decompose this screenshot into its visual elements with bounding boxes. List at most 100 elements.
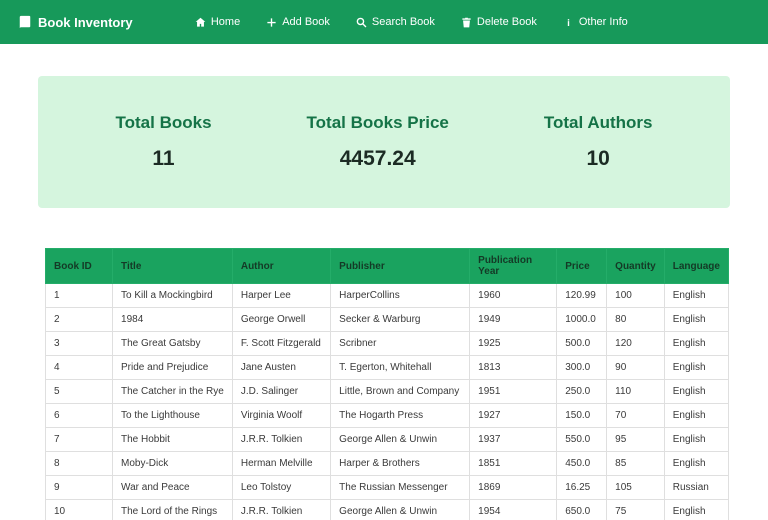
search-icon bbox=[356, 17, 367, 28]
table-cell: Herman Melville bbox=[231, 451, 332, 476]
table-cell: 5 bbox=[44, 379, 114, 404]
table-cell: 550.0 bbox=[556, 427, 608, 452]
table-row[interactable]: 6 To the Lighthouse Virginia Woolf The Hoga… bbox=[44, 403, 730, 428]
table-cell: J.R.R. Tolkien bbox=[231, 427, 332, 452]
table-cell: The Hogarth Press bbox=[330, 403, 471, 428]
nav-item-home[interactable]: Home bbox=[195, 16, 240, 28]
table-row[interactable]: 3 The Great Gatsby F. Scott Fitzgerald Scri… bbox=[44, 331, 730, 356]
nav-item-delete-book[interactable]: Delete Book bbox=[461, 16, 537, 28]
table-cell: J.R.R. Tolkien bbox=[231, 499, 332, 520]
table-cell: The Hobbit bbox=[112, 427, 233, 452]
table-cell: 150.0 bbox=[556, 403, 608, 428]
table-cell: 250.0 bbox=[556, 379, 608, 404]
table-cell: 500.0 bbox=[556, 331, 608, 356]
table-cell: 2 bbox=[44, 307, 114, 332]
table-row[interactable]: 5 The Catcher in the Rye J.D. Salinger Litt… bbox=[44, 379, 730, 404]
nav-item-label: Other Info bbox=[578, 16, 628, 28]
table-cell: English bbox=[663, 331, 730, 356]
column-header: Title bbox=[112, 248, 233, 284]
table-cell: 120.99 bbox=[556, 283, 608, 308]
table-cell: To the Lighthouse bbox=[112, 403, 233, 428]
table-cell: J.D. Salinger bbox=[231, 379, 332, 404]
nav-item-other-info[interactable]: Other Info bbox=[563, 16, 628, 28]
table-cell: Secker & Warburg bbox=[330, 307, 471, 332]
table-cell: 1000.0 bbox=[556, 307, 608, 332]
table-cell: 1 bbox=[44, 283, 114, 308]
nav-item-add-book[interactable]: Add Book bbox=[266, 16, 330, 28]
column-header: Author bbox=[231, 248, 332, 284]
table-cell: Harper Lee bbox=[231, 283, 332, 308]
table-cell: 1851 bbox=[469, 451, 558, 476]
table-cell: Leo Tolstoy bbox=[231, 475, 332, 500]
table-cell: George Allen & Unwin bbox=[330, 499, 471, 520]
table-cell: War and Peace bbox=[112, 475, 233, 500]
table-cell: 100 bbox=[606, 283, 665, 308]
stats-panel: Total Books 11 Total Books Price 4457.24 Tot… bbox=[38, 76, 730, 208]
navbar: Book Inventory Home Add Book Search Book De… bbox=[0, 0, 768, 44]
table-cell: 70 bbox=[606, 403, 665, 428]
table-cell: The Catcher in the Rye bbox=[112, 379, 233, 404]
column-header: Price bbox=[556, 248, 608, 284]
stat-total-authors: Total Authors 10 bbox=[544, 113, 653, 171]
table-cell: Scribner bbox=[330, 331, 471, 356]
table-cell: 95 bbox=[606, 427, 665, 452]
brand[interactable]: Book Inventory bbox=[18, 15, 133, 30]
table-cell: Moby-Dick bbox=[112, 451, 233, 476]
column-header: Publication Year bbox=[469, 248, 558, 284]
table-cell: 105 bbox=[606, 475, 665, 500]
table-cell: 1984 bbox=[112, 307, 233, 332]
table-row[interactable]: 2 1984 George Orwell Secker & Warburg 1949 10… bbox=[44, 307, 730, 332]
column-header: Language bbox=[663, 248, 730, 284]
table-row[interactable]: 1 To Kill a Mockingbird Harper Lee HarperCo… bbox=[44, 283, 730, 308]
table-cell: HarperCollins bbox=[330, 283, 471, 308]
table-cell: Jane Austen bbox=[231, 355, 332, 380]
table-cell: 4 bbox=[44, 355, 114, 380]
table-wrap: Book ID Title Author Publisher Publication Y… bbox=[0, 208, 768, 520]
table-cell: 1813 bbox=[469, 355, 558, 380]
table-cell: Pride and Prejudice bbox=[112, 355, 233, 380]
table-cell: English bbox=[663, 283, 730, 308]
table-cell: English bbox=[663, 403, 730, 428]
table-header: Book ID Title Author Publisher Publication Y… bbox=[44, 248, 730, 284]
table-cell: George Orwell bbox=[231, 307, 332, 332]
table-cell: The Great Gatsby bbox=[112, 331, 233, 356]
table-row[interactable]: 4 Pride and Prejudice Jane Austen T. Egerto… bbox=[44, 355, 730, 380]
table-cell: 1869 bbox=[469, 475, 558, 500]
table-row[interactable]: 8 Moby-Dick Herman Melville Harper & Brothe… bbox=[44, 451, 730, 476]
table-cell: 85 bbox=[606, 451, 665, 476]
table-cell: English bbox=[663, 307, 730, 332]
stat-label: Total Books Price bbox=[306, 113, 449, 132]
table-cell: 650.0 bbox=[556, 499, 608, 520]
stat-value: 10 bbox=[586, 147, 610, 170]
column-header: Publisher bbox=[330, 248, 471, 284]
nav-item-search-book[interactable]: Search Book bbox=[356, 16, 435, 28]
table-row[interactable]: 10 The Lord of the Rings J.R.R. Tolkien Geo… bbox=[44, 499, 730, 520]
table-cell: 110 bbox=[606, 379, 665, 404]
stats-wrap: Total Books 11 Total Books Price 4457.24 Tot… bbox=[0, 44, 768, 208]
book-icon bbox=[18, 15, 32, 29]
column-header: Book ID bbox=[44, 248, 114, 284]
table-cell: English bbox=[663, 355, 730, 380]
table-cell: 16.25 bbox=[556, 475, 608, 500]
table-cell: English bbox=[663, 379, 730, 404]
table-row[interactable]: 7 The Hobbit J.R.R. Tolkien George Allen & … bbox=[44, 427, 730, 452]
table-cell: 1960 bbox=[469, 283, 558, 308]
stat-value: 4457.24 bbox=[339, 147, 416, 170]
table-cell: 1954 bbox=[469, 499, 558, 520]
column-header: Quantity bbox=[606, 248, 665, 284]
plus-icon bbox=[266, 17, 277, 28]
stat-total-books-price: Total Books Price 4457.24 bbox=[307, 113, 449, 171]
table-cell: 75 bbox=[606, 499, 665, 520]
table-cell: 6 bbox=[44, 403, 114, 428]
table-cell: T. Egerton, Whitehall bbox=[330, 355, 471, 380]
home-icon bbox=[195, 17, 206, 28]
table-cell: 450.0 bbox=[556, 451, 608, 476]
stat-label: Total Authors bbox=[543, 113, 653, 132]
nav-item-label: Delete Book bbox=[476, 16, 537, 28]
table-cell: 120 bbox=[606, 331, 665, 356]
table-cell: The Lord of the Rings bbox=[112, 499, 233, 520]
table-row[interactable]: 9 War and Peace Leo Tolstoy The Russian Mes… bbox=[44, 475, 730, 500]
stat-total-books: Total Books 11 bbox=[116, 113, 212, 171]
table-cell: 10 bbox=[44, 499, 114, 520]
table-cell: 1927 bbox=[469, 403, 558, 428]
